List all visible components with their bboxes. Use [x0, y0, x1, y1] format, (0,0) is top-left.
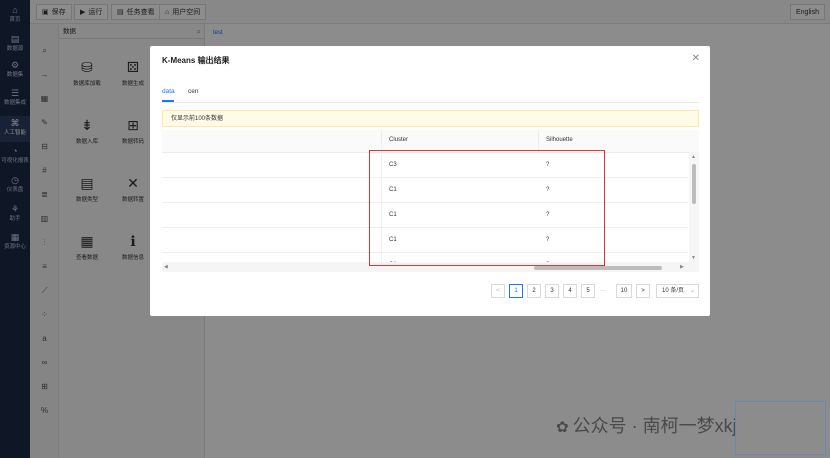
scroll-left-icon[interactable]: ◀: [164, 264, 168, 270]
column-header-silhouette: Silhouette: [546, 137, 573, 143]
page-2-button[interactable]: 2: [527, 284, 541, 298]
page-5-button[interactable]: 5: [581, 284, 595, 298]
scroll-down-icon[interactable]: ▼: [691, 255, 696, 261]
tab-divider: [162, 102, 699, 103]
page-10-button[interactable]: 10: [616, 284, 632, 298]
watermark-text: 公众号 · 南柯一梦xkj: [572, 416, 737, 436]
dialog-title: K-Means 输出结果: [162, 56, 230, 65]
vertical-scroll-thumb[interactable]: [692, 164, 696, 204]
page-4-button[interactable]: 4: [563, 284, 577, 298]
page-size-value: 10 条/页: [662, 288, 685, 294]
column-divider: [538, 130, 539, 152]
wechat-watermark: ✿ 公众号 · 南柯一梦xkj: [556, 412, 737, 438]
tab-cen[interactable]: cen: [188, 88, 198, 95]
scroll-up-icon[interactable]: ▲: [691, 154, 696, 160]
kmeans-result-dialog: K-Means 输出结果 ✕ data cen 仅显示前100条数据 Clust…: [150, 46, 710, 316]
notice-banner: 仅显示前100条数据: [162, 110, 699, 127]
page-1-button[interactable]: 1: [509, 284, 523, 298]
tab-data[interactable]: data: [162, 88, 175, 95]
page-ellipsis[interactable]: ···: [600, 284, 606, 298]
chevron-down-icon: ⌄: [689, 288, 695, 294]
column-header-cluster: Cluster: [389, 137, 409, 143]
wechat-icon: ✿: [556, 419, 569, 436]
scroll-right-icon[interactable]: ▶: [680, 264, 684, 270]
close-icon[interactable]: ✕: [692, 53, 700, 64]
horizontal-scroll-thumb[interactable]: [534, 266, 662, 270]
page-size-select[interactable]: 10 条/页 ⌄: [656, 284, 699, 298]
next-page-button[interactable]: >: [636, 284, 650, 298]
selection-box: [735, 401, 826, 455]
prev-page-button[interactable]: <: [491, 284, 505, 298]
annotation-highlight-box: [369, 150, 605, 266]
page-3-button[interactable]: 3: [545, 284, 559, 298]
column-divider: [381, 130, 382, 152]
